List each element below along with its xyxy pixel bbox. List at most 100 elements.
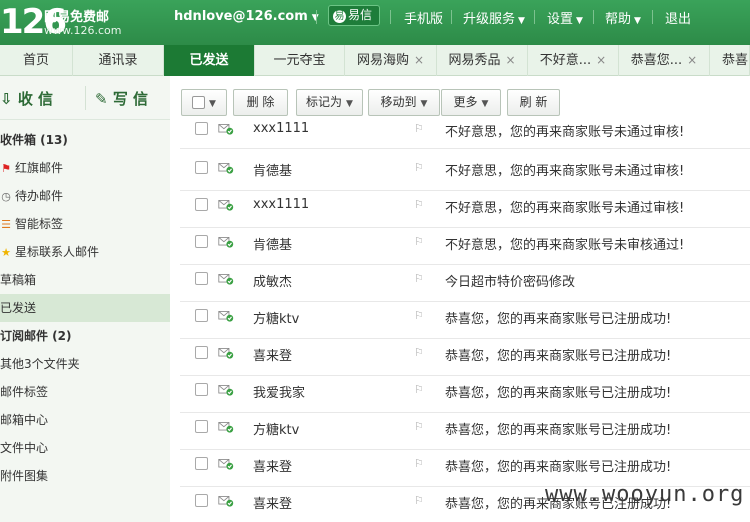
sidebar-item-red-flag[interactable]: ⚑ 红旗邮件 xyxy=(0,154,170,182)
upgrade-service-menu[interactable]: 升级服务 ▼ xyxy=(463,8,525,27)
logout-link[interactable]: 退出 xyxy=(665,8,691,27)
tab-home[interactable]: 首页 xyxy=(0,45,73,76)
more-menu[interactable]: 更多 ▼ xyxy=(441,89,501,116)
mail-sender[interactable]: 肯德基 xyxy=(253,234,292,253)
mail-sender[interactable]: 方糖ktv xyxy=(253,419,299,438)
help-menu[interactable]: 帮助 ▼ xyxy=(605,8,641,27)
chevron-down-icon: ▼ xyxy=(576,16,583,26)
flag-icon[interactable]: ⚐ xyxy=(414,161,424,174)
mail-checkbox[interactable] xyxy=(195,457,208,470)
flag-icon[interactable]: ⚐ xyxy=(414,272,424,285)
help-label: 帮助 xyxy=(605,12,632,27)
mail-row[interactable]: 方糖ktv ⚐ 恭喜您，您的再来商家账号已注册成功! xyxy=(180,302,750,339)
mail-checkbox[interactable] xyxy=(195,198,208,211)
tab-bar: 首页 通讯录 已发送 一元夺宝 网易海购 × 网易秀品 × 不好意... × 恭喜您.… xyxy=(0,45,750,76)
flag-icon[interactable]: ⚐ xyxy=(414,198,424,211)
mail-sender[interactable]: 成敏杰 xyxy=(253,271,292,290)
mail-checkbox[interactable] xyxy=(195,383,208,396)
sidebar-item-sent[interactable]: 已发送 xyxy=(0,294,170,322)
tab-yiyuan[interactable]: 一元夺宝 xyxy=(255,45,345,76)
flag-icon[interactable]: ⚐ xyxy=(414,122,424,135)
mail-sender[interactable]: 方糖ktv xyxy=(253,308,299,327)
chevron-down-icon: ▼ xyxy=(209,99,216,109)
sidebar-item-attachments[interactable]: 附件图集 xyxy=(0,462,170,490)
mail-checkbox[interactable] xyxy=(195,309,208,322)
mark-as-menu[interactable]: 标记为 ▼ xyxy=(296,89,363,116)
flag-icon[interactable]: ⚐ xyxy=(414,383,424,396)
mail-sender[interactable]: 我爱我家 xyxy=(253,382,305,401)
mail-row[interactable]: 肯德基 ⚐ 不好意思，您的再来商家账号未通过审核! xyxy=(180,154,750,191)
tab-sent[interactable]: 已发送 xyxy=(164,45,255,76)
mail-row[interactable]: 成敏杰 ⚐ 今日超市特价密码修改 xyxy=(180,265,750,302)
sidebar-item-smart-tags[interactable]: ☰ 智能标签 xyxy=(0,210,170,238)
mobile-link[interactable]: 手机版 xyxy=(404,8,443,27)
sidebar-item-inbox[interactable]: 收件箱 (13) xyxy=(0,126,170,154)
tab-xiupin[interactable]: 网易秀品 × xyxy=(437,45,528,76)
mail-subject[interactable]: 恭喜您，您的再来商家账号已注册成功! xyxy=(445,308,671,327)
select-all-dropdown[interactable]: ▼ xyxy=(181,89,227,116)
mail-row[interactable]: xxx1111 ⚐ 不好意思，您的再来商家账号未通过审核! xyxy=(180,121,750,149)
mail-row[interactable]: 方糖ktv ⚐ 恭喜您，您的再来商家账号已注册成功! xyxy=(180,413,750,450)
mail-sender[interactable]: 肯德基 xyxy=(253,160,292,179)
tab-mail-3[interactable]: 恭喜 xyxy=(710,45,750,76)
mail-row[interactable]: 肯德基 ⚐ 不好意思，您的再来商家账号未审核通过! xyxy=(180,228,750,265)
close-icon[interactable]: × xyxy=(596,53,606,67)
flag-icon[interactable]: ⚐ xyxy=(414,235,424,248)
flag-icon[interactable]: ⚐ xyxy=(414,457,424,470)
mail-row[interactable]: 喜来登 ⚐ 恭喜您，您的再来商家账号已注册成功! xyxy=(180,339,750,376)
receive-button[interactable]: ⇩ 收 信 xyxy=(0,88,53,109)
refresh-button[interactable]: 刷 新 xyxy=(507,89,560,116)
tab-mail-2[interactable]: 恭喜您... × xyxy=(619,45,710,76)
close-icon[interactable]: × xyxy=(414,53,424,67)
mail-subject[interactable]: 不好意思，您的再来商家账号未通过审核! xyxy=(445,160,684,179)
mail-checkbox[interactable] xyxy=(195,161,208,174)
tab-contacts[interactable]: 通讯录 xyxy=(73,45,164,76)
sidebar-item-mail-tags[interactable]: 邮件标签 xyxy=(0,378,170,406)
mail-checkbox[interactable] xyxy=(195,122,208,135)
mail-sender[interactable]: 喜来登 xyxy=(253,493,292,512)
mail-sender[interactable]: xxx1111 xyxy=(253,197,309,212)
sidebar-item-starred[interactable]: ★ 星标联系人邮件 xyxy=(0,238,170,266)
mail-subject[interactable]: 不好意思，您的再来商家账号未通过审核! xyxy=(445,121,684,140)
mail-row[interactable]: 我爱我家 ⚐ 恭喜您，您的再来商家账号已注册成功! xyxy=(180,376,750,413)
mail-checkbox[interactable] xyxy=(195,420,208,433)
sidebar-item-todo[interactable]: ◷ 待办邮件 xyxy=(0,182,170,210)
flag-icon[interactable]: ⚐ xyxy=(414,309,424,322)
flag-icon[interactable]: ⚐ xyxy=(414,494,424,507)
move-to-menu[interactable]: 移动到 ▼ xyxy=(368,89,440,116)
mail-sender[interactable]: 喜来登 xyxy=(253,345,292,364)
tab-mail-1[interactable]: 不好意... × xyxy=(528,45,619,76)
flag-icon[interactable]: ⚐ xyxy=(414,420,424,433)
mail-checkbox[interactable] xyxy=(195,235,208,248)
sidebar-actions: ⇩ 收 信 ✎ 写 信 xyxy=(0,76,170,120)
close-icon[interactable]: × xyxy=(687,53,697,67)
mail-sender[interactable]: 喜来登 xyxy=(253,456,292,475)
delete-button[interactable]: 删 除 xyxy=(233,89,288,116)
tab-haigou[interactable]: 网易海购 × xyxy=(345,45,437,76)
user-account-menu[interactable]: hdnlove@126.com▼ xyxy=(174,9,319,24)
flag-icon[interactable]: ⚐ xyxy=(414,346,424,359)
mail-subject[interactable]: 恭喜您，您的再来商家账号已注册成功! xyxy=(445,382,671,401)
mail-subject[interactable]: 恭喜您，您的再来商家账号已注册成功! xyxy=(445,345,671,364)
yixin-button[interactable]: 易易信 xyxy=(328,5,380,26)
mail-subject[interactable]: 恭喜您，您的再来商家账号已注册成功! xyxy=(445,419,671,438)
sidebar-item-file-center[interactable]: 文件中心 xyxy=(0,434,170,462)
mail-checkbox[interactable] xyxy=(195,346,208,359)
mail-subject[interactable]: 今日超市特价密码修改 xyxy=(445,271,575,290)
mail-subject[interactable]: 恭喜您，您的再来商家账号已注册成功! xyxy=(445,456,671,475)
select-all-checkbox[interactable] xyxy=(192,96,206,109)
mail-sender[interactable]: xxx1111 xyxy=(253,121,309,136)
sidebar-item-mail-center[interactable]: 邮箱中心 xyxy=(0,406,170,434)
mail-subject[interactable]: 不好意思，您的再来商家账号未审核通过! xyxy=(445,234,684,253)
close-icon[interactable]: × xyxy=(505,53,515,67)
settings-menu[interactable]: 设置 ▼ xyxy=(547,8,583,27)
mail-checkbox[interactable] xyxy=(195,494,208,507)
mail-row[interactable]: xxx1111 ⚐ 不好意思，您的再来商家账号未通过审核! xyxy=(180,191,750,228)
sidebar-item-subscriptions[interactable]: 订阅邮件 (2) xyxy=(0,322,170,350)
sidebar-item-drafts[interactable]: 草稿箱 xyxy=(0,266,170,294)
write-button[interactable]: ✎ 写 信 xyxy=(95,88,148,109)
mail-subject[interactable]: 不好意思，您的再来商家账号未通过审核! xyxy=(445,197,684,216)
mail-checkbox[interactable] xyxy=(195,272,208,285)
sent-envelope-icon xyxy=(218,237,234,248)
sidebar-item-other-folders[interactable]: 其他3个文件夹 xyxy=(0,350,170,378)
